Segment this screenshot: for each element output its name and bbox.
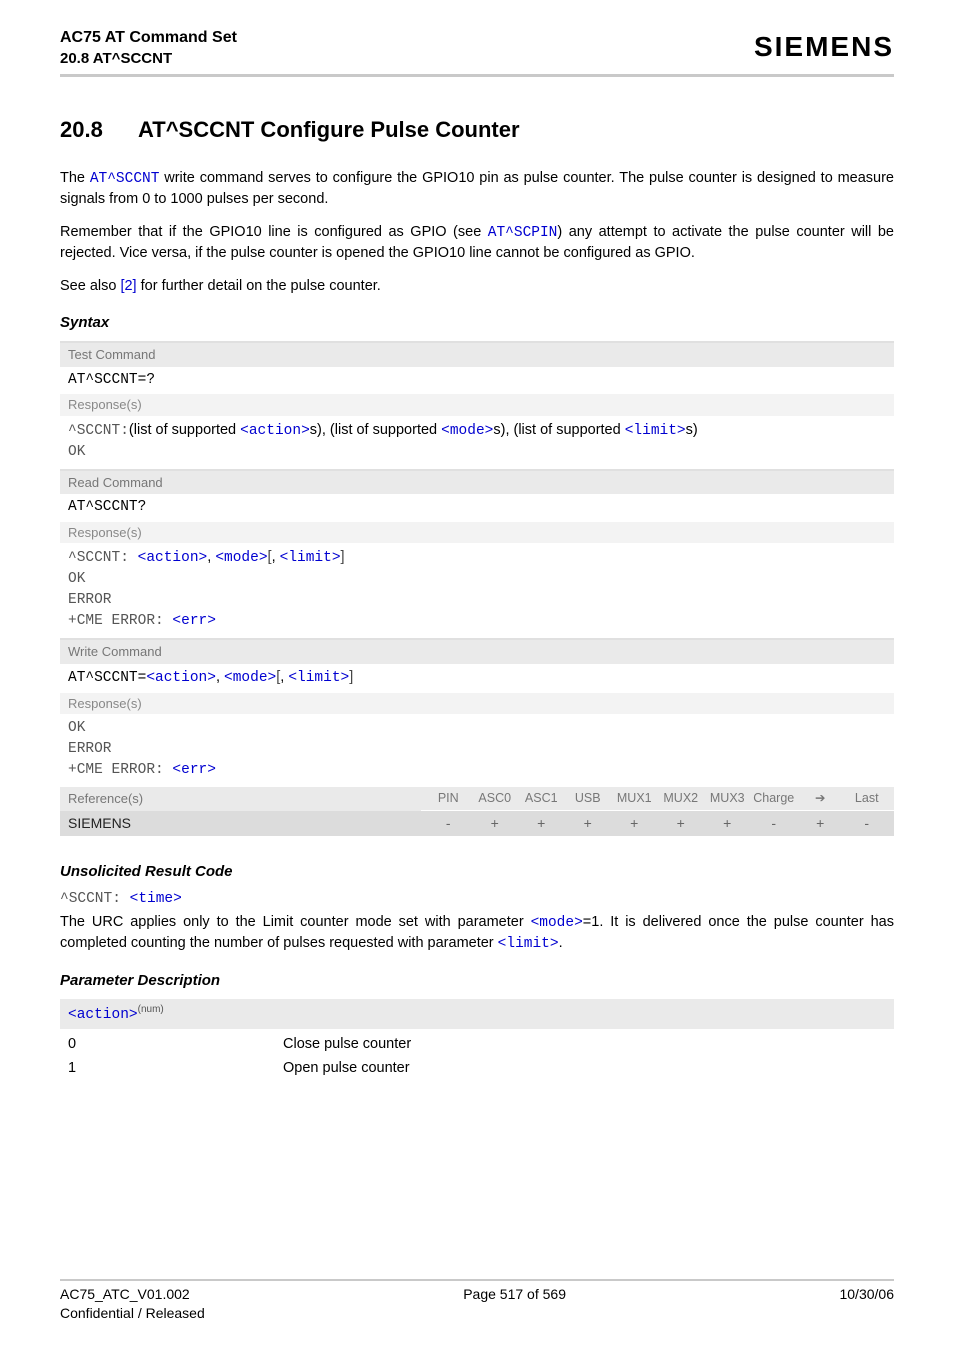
footer-left: AC75_ATC_V01.002	[60, 1285, 190, 1304]
ref-col: MUX3	[704, 790, 751, 807]
ref-col: PIN	[425, 790, 472, 807]
param-mode-link[interactable]: <mode>	[215, 550, 267, 566]
param-action-name: <action>(num)	[60, 999, 894, 1029]
reference-values: - + + + + + + - + -	[421, 811, 894, 836]
reference-data-row: SIEMENS - + + + + + + - + -	[60, 811, 894, 836]
write-command-box: Write Command AT^SCCNT=<action>, <mode>[…	[60, 638, 894, 785]
syntax-heading: Syntax	[60, 313, 894, 333]
ref-col: MUX2	[658, 790, 705, 807]
param-action-table: 0 Close pulse counter 1 Open pulse count…	[60, 1029, 894, 1078]
ref-val: +	[518, 814, 565, 833]
ref-val: -	[844, 814, 891, 833]
ref-val: -	[425, 814, 472, 833]
param-description: Close pulse counter	[283, 1035, 886, 1055]
param-action-link[interactable]: <action>	[68, 1007, 138, 1023]
param-action-link[interactable]: <action>	[138, 550, 208, 566]
reference-header-row: Reference(s) PIN ASC0 ASC1 USB MUX1 MUX2…	[60, 787, 894, 811]
section-number: 20.8	[60, 115, 138, 145]
section-name: AT^SCCNT Configure Pulse Counter	[138, 117, 520, 142]
header-divider	[60, 74, 894, 77]
atsccnt-link[interactable]: AT^SCCNT	[90, 171, 160, 187]
ref-col: Charge	[751, 790, 798, 807]
ref-col: MUX1	[611, 790, 658, 807]
param-action-link[interactable]: <action>	[240, 423, 310, 439]
read-response-label: Response(s)	[60, 522, 894, 544]
ref-val: +	[797, 814, 844, 833]
param-value: 0	[68, 1035, 283, 1055]
read-command-box: Read Command AT^SCCNT? Response(s) ^SCCN…	[60, 469, 894, 637]
write-command-header: Write Command	[60, 638, 894, 664]
param-time-link[interactable]: <time>	[130, 891, 182, 907]
param-limit-link[interactable]: <limit>	[498, 936, 559, 952]
page-header: AC75 AT Command Set 20.8 AT^SCCNT SIEMEN…	[60, 28, 894, 68]
ref-2-link[interactable]: [2]	[120, 278, 136, 294]
atscpin-link[interactable]: AT^SCPIN	[488, 225, 558, 241]
param-desc-heading: Parameter Description	[60, 971, 894, 991]
footer-confidential: Confidential / Released	[60, 1304, 894, 1323]
param-limit-link[interactable]: <limit>	[288, 670, 349, 686]
footer-right: 10/30/06	[839, 1285, 894, 1304]
read-command-text: AT^SCCNT?	[60, 494, 894, 522]
reference-columns: PIN ASC0 ASC1 USB MUX1 MUX2 MUX3 Charge …	[421, 787, 894, 810]
urc-line: ^SCCNT: <time>	[60, 890, 894, 910]
param-action-link[interactable]: <action>	[146, 670, 216, 686]
param-err-link[interactable]: <err>	[172, 613, 216, 629]
ref-val: -	[751, 814, 798, 833]
ref-val: +	[611, 814, 658, 833]
ref-val: +	[472, 814, 519, 833]
intro-paragraph-2: Remember that if the GPIO10 line is conf…	[60, 223, 894, 263]
ref-col: ASC0	[472, 790, 519, 807]
write-response-body: OK ERROR +CME ERROR: <err>	[60, 714, 894, 785]
reference-label: Reference(s)	[60, 787, 421, 811]
ref-col: USB	[565, 790, 612, 807]
test-command-box: Test Command AT^SCCNT=? Response(s) ^SCC…	[60, 341, 894, 467]
test-command-header: Test Command	[60, 341, 894, 367]
urc-description: The URC applies only to the Limit counte…	[60, 913, 894, 954]
param-value: 1	[68, 1059, 283, 1079]
intro-paragraph-1: The AT^SCCNT write command serves to con…	[60, 169, 894, 209]
section-ref: 20.8 AT^SCCNT	[60, 49, 237, 69]
doc-title: AC75 AT Command Set	[60, 28, 237, 49]
urc-heading: Unsolicited Result Code	[60, 862, 894, 882]
param-mode-link[interactable]: <mode>	[531, 915, 583, 931]
test-command-text: AT^SCCNT=?	[60, 367, 894, 395]
ref-val: +	[704, 814, 751, 833]
header-left: AC75 AT Command Set 20.8 AT^SCCNT	[60, 28, 237, 68]
param-description: Open pulse counter	[283, 1059, 886, 1079]
write-command-text: AT^SCCNT=<action>, <mode>[, <limit>]	[60, 664, 894, 693]
ref-val: +	[565, 814, 612, 833]
param-err-link[interactable]: <err>	[172, 762, 216, 778]
reference-vendor: SIEMENS	[60, 811, 421, 836]
brand-logo: SIEMENS	[754, 28, 894, 66]
ref-col: ASC1	[518, 790, 565, 807]
read-command-header: Read Command	[60, 469, 894, 495]
write-response-label: Response(s)	[60, 693, 894, 715]
footer-divider	[60, 1279, 894, 1281]
read-response-body: ^SCCNT: <action>, <mode>[, <limit>] OK E…	[60, 543, 894, 636]
param-mode-link[interactable]: <mode>	[441, 423, 493, 439]
ref-val: +	[658, 814, 705, 833]
param-row: 1 Open pulse counter	[68, 1059, 886, 1079]
footer-center: Page 517 of 569	[463, 1285, 566, 1304]
param-mode-link[interactable]: <mode>	[224, 670, 276, 686]
param-limit-link[interactable]: <limit>	[280, 550, 341, 566]
param-action-sup: (num)	[138, 1004, 164, 1015]
intro-paragraph-3: See also [2] for further detail on the p…	[60, 277, 894, 297]
ref-col: Last	[844, 790, 891, 807]
ref-col-arrow-icon: ➔	[797, 790, 844, 807]
param-limit-link[interactable]: <limit>	[625, 423, 686, 439]
test-response-body: ^SCCNT:(list of supported <action>s), (l…	[60, 416, 894, 467]
page-footer: AC75_ATC_V01.002 Page 517 of 569 10/30/0…	[60, 1279, 894, 1323]
param-row: 0 Close pulse counter	[68, 1035, 886, 1055]
test-response-label: Response(s)	[60, 394, 894, 416]
section-title: 20.8AT^SCCNT Configure Pulse Counter	[60, 115, 894, 145]
